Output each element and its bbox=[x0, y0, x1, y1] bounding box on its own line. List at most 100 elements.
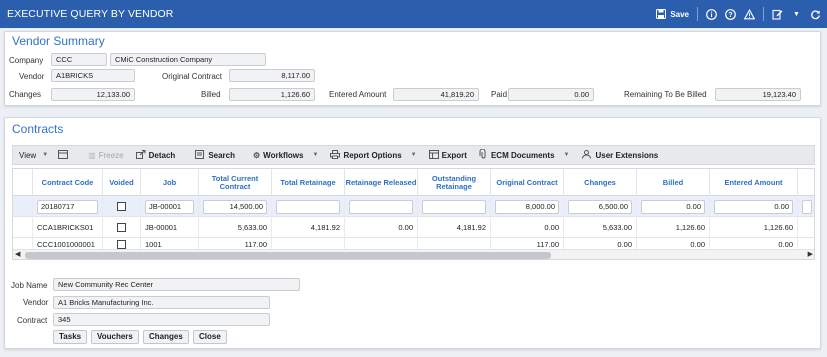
save-icon bbox=[655, 9, 666, 20]
row-selector[interactable] bbox=[13, 196, 33, 217]
billed-field[interactable]: 1,126.60 bbox=[229, 88, 315, 101]
vendor-label: Vendor bbox=[19, 72, 45, 81]
detach-button[interactable]: Detach bbox=[135, 149, 175, 161]
job-name-label: Job Name bbox=[11, 281, 48, 290]
save-label: Save bbox=[670, 9, 689, 19]
column-header-overflow bbox=[798, 169, 814, 196]
export-icon bbox=[428, 149, 439, 161]
changes-field[interactable]: 12,133.00 bbox=[51, 88, 135, 101]
original-contract-input[interactable]: 8,000.00 bbox=[495, 199, 559, 214]
columns-button[interactable] bbox=[58, 149, 69, 161]
column-header-voided[interactable]: Voided bbox=[103, 169, 141, 196]
overflow-cell bbox=[798, 217, 814, 238]
column-header-outstanding-retainage[interactable]: Outstanding Retainage bbox=[418, 169, 491, 196]
scroll-right-icon[interactable]: ▶ bbox=[808, 250, 813, 258]
column-header-total-current-contract[interactable]: Total Current Contract bbox=[199, 169, 272, 196]
edit-icon[interactable] bbox=[772, 9, 783, 20]
tasks-button[interactable]: Tasks bbox=[53, 330, 88, 344]
column-header-contract-code[interactable]: Contract Code bbox=[33, 169, 103, 196]
chevron-down-icon[interactable]: ▼ bbox=[791, 9, 802, 20]
billed-label: Billed bbox=[201, 90, 221, 99]
voided-checkbox[interactable] bbox=[117, 202, 126, 211]
entered-amount-cell: 1,126.60 bbox=[710, 217, 798, 238]
refresh-icon[interactable] bbox=[810, 9, 821, 20]
total-current-input[interactable]: 14,500.00 bbox=[203, 199, 267, 214]
contracts-title: Contracts bbox=[12, 122, 64, 136]
job-input[interactable]: JB-00001 bbox=[145, 199, 194, 214]
horizontal-scrollbar[interactable]: ◀ ▶ bbox=[13, 249, 814, 259]
retainage-released-input[interactable] bbox=[349, 199, 413, 214]
vendor-code-field[interactable]: A1BRICKS bbox=[51, 69, 135, 82]
printer-icon bbox=[330, 149, 341, 161]
report-options-menu[interactable]: Report Options ▼ bbox=[330, 149, 417, 161]
outstanding-retainage-cell: 4,181.92 bbox=[418, 217, 491, 238]
page-title: EXECUTIVE QUERY BY VENDOR bbox=[7, 8, 174, 20]
close-button[interactable]: Close bbox=[193, 330, 227, 344]
title-bar: EXECUTIVE QUERY BY VENDOR Save ? ▼ bbox=[0, 0, 827, 28]
entered-amount-input[interactable]: 0.00 bbox=[714, 199, 793, 214]
company-code-field[interactable]: CCC bbox=[51, 53, 107, 66]
billed-input[interactable]: 0.00 bbox=[641, 199, 705, 214]
remaining-field[interactable]: 19,123.40 bbox=[715, 88, 801, 101]
contract-field[interactable]: 345 bbox=[53, 313, 270, 326]
job-name-field[interactable]: New Community Rec Center bbox=[53, 278, 300, 291]
contract-code-cell: CCA1BRICKS01 bbox=[33, 217, 103, 238]
detach-icon bbox=[135, 149, 146, 161]
user-extensions-button[interactable]: User Extensions bbox=[581, 149, 658, 161]
table-row[interactable]: CCA1BRICKS01 JB-00001 5,633.00 4,181.92 … bbox=[13, 217, 814, 238]
total-retainage-input[interactable] bbox=[276, 199, 340, 214]
column-header-job[interactable]: Job bbox=[141, 169, 199, 196]
info-icon[interactable] bbox=[706, 8, 717, 20]
svg-text:?: ? bbox=[728, 12, 732, 19]
original-contract-cell: 0.00 bbox=[491, 217, 564, 238]
column-header-total-retainage[interactable]: Total Retainage bbox=[272, 169, 345, 196]
search-button[interactable]: Search bbox=[195, 149, 235, 161]
warning-icon[interactable] bbox=[744, 8, 755, 20]
paid-field[interactable]: 0.00 bbox=[508, 88, 594, 101]
scroll-left-icon[interactable]: ◀ bbox=[15, 250, 20, 258]
contracts-grid: Contract Code Voided Job Total Current C… bbox=[12, 168, 815, 260]
export-button[interactable]: Export bbox=[428, 149, 467, 161]
voided-checkbox[interactable] bbox=[117, 239, 126, 249]
ecm-documents-menu[interactable]: ECM Documents ▼ bbox=[479, 148, 570, 161]
changes-button[interactable]: Changes bbox=[143, 330, 189, 344]
column-header-original-contract[interactable]: Original Contract bbox=[491, 169, 564, 196]
grid-header: Contract Code Voided Job Total Current C… bbox=[13, 169, 814, 196]
entered-amount-field[interactable]: 41,819.20 bbox=[393, 88, 479, 101]
save-button[interactable]: Save bbox=[655, 9, 689, 20]
vendor-summary-title: Vendor Summary bbox=[12, 34, 105, 48]
contracts-panel: Contracts View ▼ ▥ Freeze Detach Search ⚙ W… bbox=[4, 117, 821, 349]
header-divider bbox=[697, 7, 698, 21]
original-contract-field[interactable]: 8,117.00 bbox=[229, 69, 315, 82]
column-header-entered-amount[interactable]: Entered Amount bbox=[710, 169, 798, 196]
help-icon[interactable]: ? bbox=[725, 8, 736, 20]
remaining-label: Remaining To Be Billed bbox=[624, 90, 707, 99]
vouchers-button[interactable]: Vouchers bbox=[91, 330, 139, 344]
contract-label: Contract bbox=[17, 316, 48, 325]
company-name-field[interactable]: CMiC Construction Company bbox=[110, 53, 266, 66]
overflow-input[interactable] bbox=[802, 199, 812, 214]
chevron-down-icon: ▼ bbox=[42, 152, 49, 158]
detail-vendor-field[interactable]: A1 Bricks Manufacturing Inc. bbox=[53, 296, 270, 309]
header-actions: Save ? ▼ bbox=[655, 0, 821, 28]
paid-label: Paid bbox=[491, 90, 508, 99]
chevron-down-icon: ▼ bbox=[563, 152, 570, 158]
company-label: Company bbox=[9, 56, 44, 65]
contract-code-input[interactable]: 20180717 bbox=[37, 199, 98, 214]
row-selector[interactable] bbox=[13, 217, 33, 238]
columns-icon bbox=[58, 149, 69, 161]
changes-input[interactable]: 6,500.00 bbox=[568, 199, 632, 214]
table-row[interactable]: 20180717 JB-00001 14,500.00 8,000.00 6,5… bbox=[13, 196, 814, 217]
column-header-retainage-released[interactable]: Retainage Released bbox=[345, 169, 418, 196]
row-selector-header bbox=[13, 169, 33, 196]
column-header-billed[interactable]: Billed bbox=[637, 169, 710, 196]
column-header-changes[interactable]: Changes bbox=[564, 169, 637, 196]
freeze-button[interactable]: ▥ Freeze bbox=[88, 151, 123, 160]
scrollbar-thumb[interactable] bbox=[25, 252, 551, 259]
voided-checkbox[interactable] bbox=[117, 223, 126, 232]
view-menu[interactable]: View ▼ bbox=[19, 151, 48, 160]
changes-cell: 5,633.00 bbox=[564, 217, 637, 238]
workflows-menu[interactable]: ⚙ Workflows ▼ bbox=[253, 151, 318, 160]
changes-label: Changes bbox=[9, 90, 42, 99]
outstanding-retainage-input[interactable] bbox=[422, 199, 486, 214]
